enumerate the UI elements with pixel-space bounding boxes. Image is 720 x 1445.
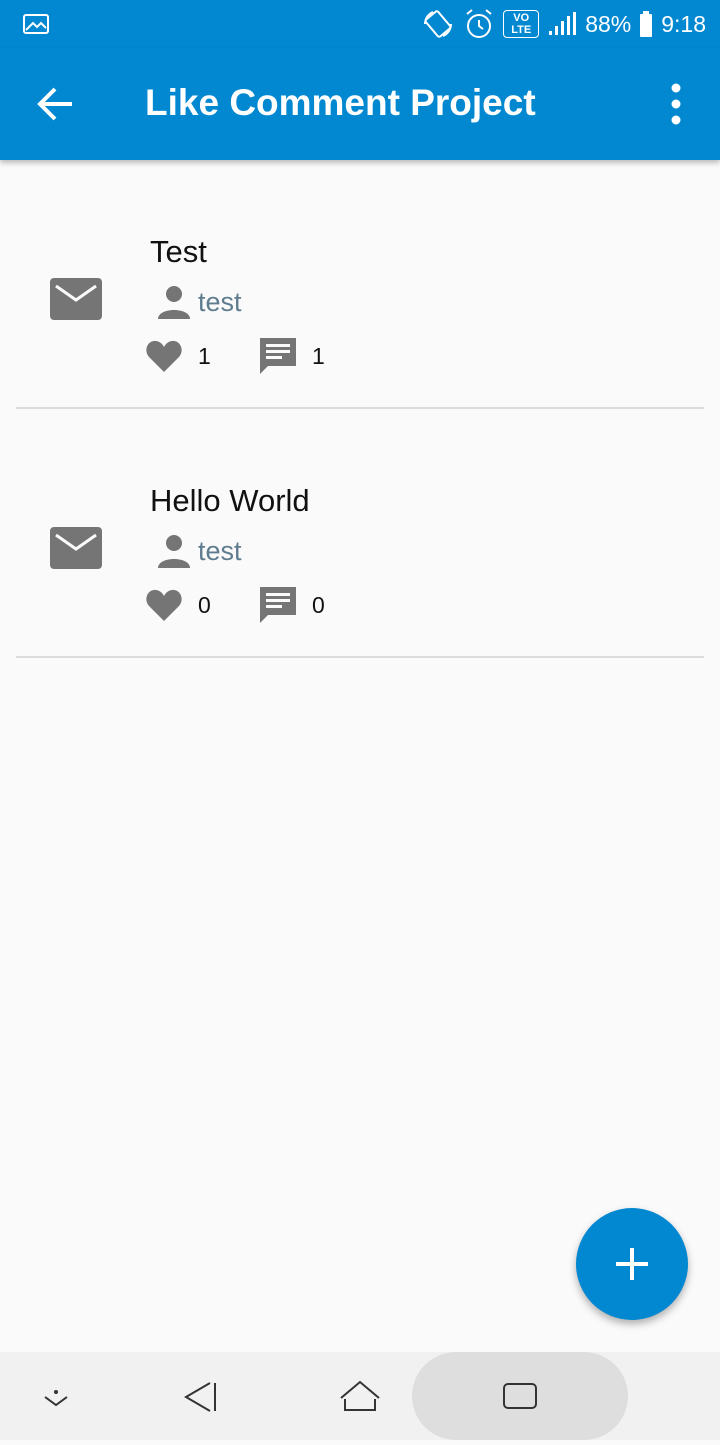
list-item[interactable]: Test test 1 1 [0,160,720,409]
back-nav-button[interactable] [172,1352,228,1440]
comment-count: 0 [312,591,325,618]
post-list: Test test 1 1 Hello World test 0 0 [0,160,720,658]
like-count: 0 [198,591,211,618]
gallery-notification-icon [23,14,49,34]
system-nav-bar [0,1352,720,1440]
stats-row: 1 1 [144,336,344,376]
clock: 9:18 [661,10,706,37]
post-author: test [198,286,242,317]
battery-icon [640,11,653,37]
post-title: Hello World [150,483,310,518]
list-item[interactable]: Hello World test 0 0 [0,409,720,658]
page-title: Like Comment Project [145,82,536,123]
heart-icon[interactable] [144,585,184,625]
home-nav-button[interactable] [332,1352,388,1440]
more-vert-icon [671,83,681,125]
signal-icon [549,12,577,35]
hide-nav-button[interactable] [28,1352,84,1440]
alarm-icon [466,9,492,38]
stats-row: 0 0 [144,585,344,625]
person-icon [158,286,190,319]
plus-icon [616,1248,648,1280]
comment-icon[interactable] [258,336,298,376]
back-button[interactable] [30,78,82,130]
arrow-back-icon [37,87,72,121]
author-row: test [156,533,242,569]
heart-icon[interactable] [144,336,184,376]
comment-count: 1 [312,342,325,369]
mail-icon [50,278,102,320]
divider [16,656,704,658]
more-options-button[interactable] [658,78,694,130]
chevron-down-icon [44,1390,68,1407]
home-icon [340,1380,380,1411]
volte-badge: VO LTE [503,10,540,38]
recents-icon [503,1383,537,1409]
status-bar: VO LTE 88% 9:18 [0,0,720,48]
add-post-button[interactable] [576,1208,688,1320]
person-icon [158,535,190,568]
recents-nav-button[interactable] [492,1352,548,1440]
comment-icon[interactable] [258,585,298,625]
like-count: 1 [198,342,211,369]
post-author: test [198,535,242,566]
auto-rotate-icon [424,10,453,38]
author-row: test [156,284,242,320]
mail-icon [50,527,102,569]
post-title: Test [150,234,207,269]
battery-percent: 88% [585,10,632,37]
app-bar: Like Comment Project [0,48,720,160]
back-triangle-icon [184,1382,216,1412]
status-right-group: VO LTE 88% 9:18 [421,0,706,48]
